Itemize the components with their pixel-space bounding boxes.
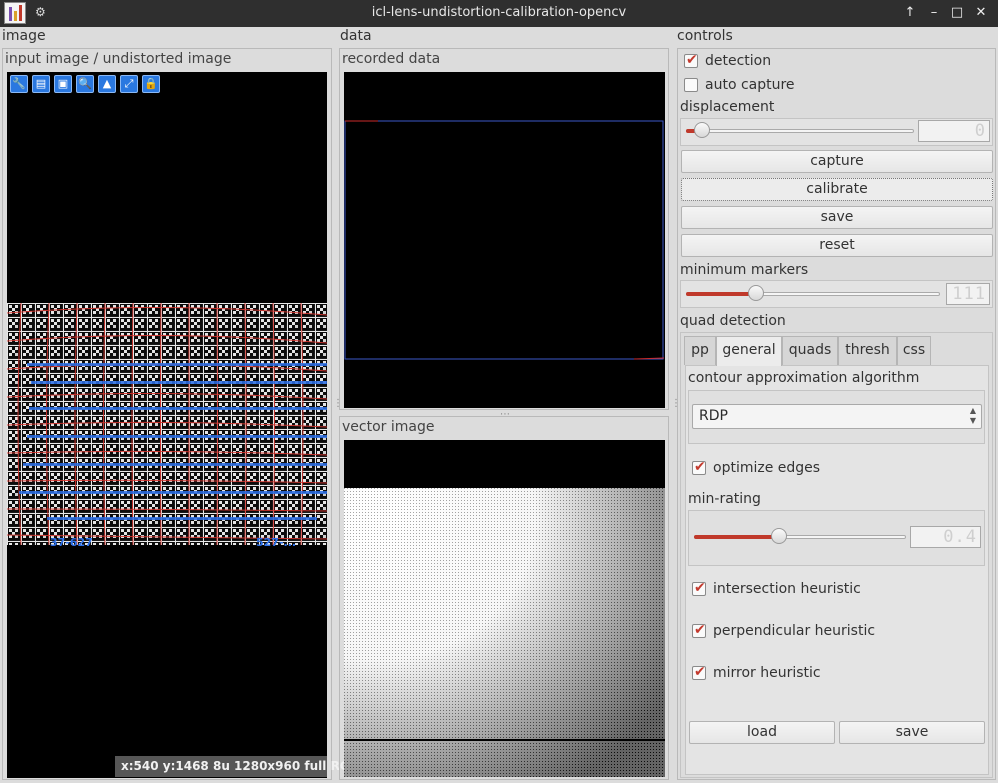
- marker-label-left: 37-627: [50, 536, 93, 549]
- lock-icon[interactable]: 🔒: [142, 75, 160, 93]
- mirror-heuristic-label: mirror heuristic: [713, 665, 821, 681]
- controls-section-label: controls: [677, 28, 733, 44]
- displacement-slider-handle[interactable]: [694, 122, 710, 138]
- window-icon[interactable]: ▤: [32, 75, 50, 93]
- tab-pp[interactable]: pp: [684, 336, 716, 365]
- detection-label: detection: [705, 53, 772, 69]
- quad-detection-label: quad detection: [680, 313, 786, 329]
- quad-save-button[interactable]: save: [839, 721, 985, 744]
- title-bar: ⚙ icl-lens-undistortion-calibration-open…: [0, 0, 998, 27]
- triangle-icon[interactable]: ▲: [98, 75, 116, 93]
- select-arrows-icon: ▲ ▼: [969, 406, 976, 425]
- minimum-markers-label: minimum markers: [680, 262, 809, 278]
- vector-field-image: [344, 488, 665, 777]
- perpendicular-heuristic-label: perpendicular heuristic: [713, 623, 876, 639]
- wrench-icon[interactable]: 🔧: [10, 75, 28, 93]
- keep-above-button[interactable]: ↑: [901, 4, 919, 22]
- close-button[interactable]: ✕: [972, 4, 990, 22]
- intersection-heuristic-label: intersection heuristic: [713, 581, 861, 597]
- perpendicular-heuristic-checkbox[interactable]: [692, 622, 706, 638]
- layers-icon[interactable]: ▣: [54, 75, 72, 93]
- tab-quads[interactable]: quads: [782, 336, 838, 365]
- algorithm-select-value: RDP: [699, 408, 728, 424]
- min-rating-slider-handle[interactable]: [771, 528, 787, 544]
- minimize-button[interactable]: –: [925, 4, 943, 22]
- marker-label-right: 527-...: [256, 536, 297, 549]
- displacement-label: displacement: [680, 99, 775, 115]
- min-rating-slider-fill: [694, 535, 780, 539]
- min-rating-label: min-rating: [688, 491, 761, 507]
- image-section-label: image: [2, 28, 46, 44]
- tab-general[interactable]: general: [716, 336, 782, 366]
- tab-thresh[interactable]: thresh: [838, 336, 897, 365]
- load-button[interactable]: load: [689, 721, 835, 744]
- intersection-heuristic-checkbox[interactable]: [692, 580, 706, 596]
- data-section-label: data: [340, 28, 372, 44]
- auto-capture-label: auto capture: [705, 77, 795, 93]
- contour-approximation-label: contour approximation algorithm: [688, 370, 920, 386]
- capture-button[interactable]: capture: [681, 150, 993, 173]
- save-button[interactable]: save: [681, 206, 993, 229]
- optimize-edges-label: optimize edges: [713, 460, 821, 476]
- min-rating-lcd: 0.4: [910, 526, 981, 548]
- vector-image-label: vector image: [342, 419, 435, 435]
- recorded-data-label: recorded data: [342, 51, 441, 67]
- calibration-pattern-image: [7, 303, 327, 545]
- detection-checkbox[interactable]: [684, 52, 698, 68]
- reset-button[interactable]: reset: [681, 234, 993, 257]
- maximize-button[interactable]: □: [948, 4, 966, 22]
- minimum-markers-slider-fill: [686, 292, 756, 296]
- input-image-label: input image / undistorted image: [5, 51, 232, 67]
- mirror-heuristic-checkbox[interactable]: [692, 664, 706, 680]
- expand-icon[interactable]: ⤢: [120, 75, 138, 93]
- algorithm-select[interactable]: RDP ▲ ▼: [692, 404, 982, 429]
- recorded-data-view[interactable]: [344, 72, 665, 408]
- image-status-bar: x:540 y:1468 8u 1280x960 full RGB: [115, 756, 359, 777]
- window-title: icl-lens-undistortion-calibration-opencv: [371, 5, 627, 20]
- auto-capture-checkbox[interactable]: [684, 78, 698, 92]
- tab-css[interactable]: css: [897, 336, 931, 365]
- minimum-markers-slider-handle[interactable]: [748, 285, 764, 301]
- vector-image-view[interactable]: [344, 440, 665, 777]
- optimize-edges-checkbox[interactable]: [692, 459, 706, 475]
- recorded-data-frame: [344, 120, 665, 360]
- displacement-lcd: 0: [918, 120, 990, 142]
- minimum-markers-lcd: 111: [946, 283, 990, 305]
- calibrate-button[interactable]: calibrate: [681, 178, 993, 201]
- zoom-icon[interactable]: 🔍: [76, 75, 94, 93]
- displacement-slider[interactable]: [686, 129, 914, 133]
